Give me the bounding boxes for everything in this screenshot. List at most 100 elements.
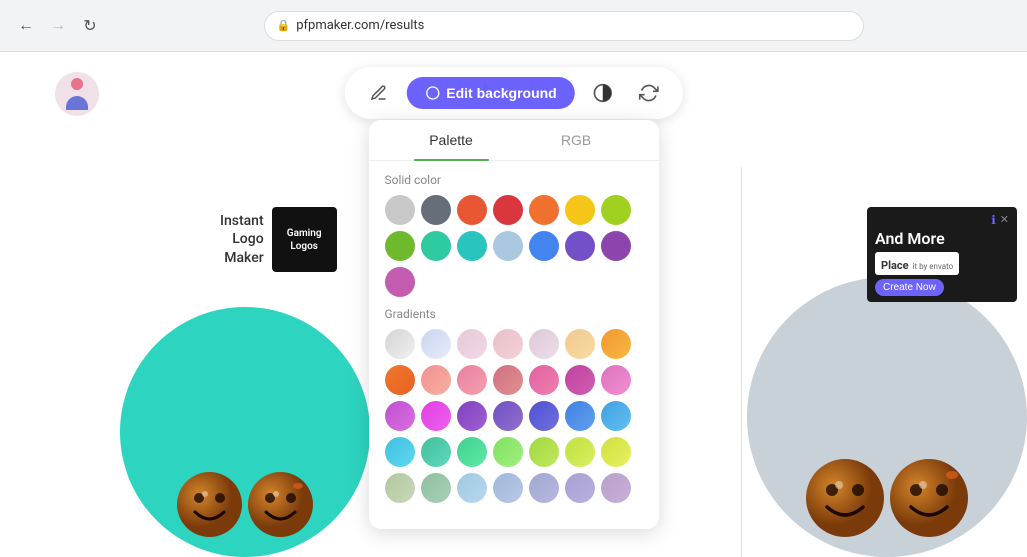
gradient-color-swatch[interactable]: [385, 365, 415, 395]
gradient-color-swatch[interactable]: [421, 437, 451, 467]
right-circle: [747, 277, 1027, 557]
nav-buttons: ← → ↻: [12, 12, 104, 40]
solid-color-swatch[interactable]: [385, 231, 415, 261]
solid-color-section: Solid color: [369, 173, 659, 297]
tab-rgb[interactable]: RGB: [514, 120, 639, 160]
ad-close-button[interactable]: ✕: [1000, 213, 1009, 227]
gradient-color-swatch[interactable]: [529, 473, 559, 503]
solid-color-swatch[interactable]: [385, 267, 415, 297]
smiley-pair-left: [177, 472, 313, 537]
solid-color-grid: [385, 195, 643, 297]
gradient-color-swatch[interactable]: [565, 437, 595, 467]
gradient-color-swatch[interactable]: [457, 437, 487, 467]
gradient-color-swatch[interactable]: [601, 437, 631, 467]
gradient-color-swatch[interactable]: [421, 473, 451, 503]
gradient-color-swatch[interactable]: [457, 473, 487, 503]
gradient-color-swatch[interactable]: [529, 365, 559, 395]
refresh-button[interactable]: [631, 75, 667, 111]
smiley-left-2: [248, 472, 313, 537]
solid-color-swatch[interactable]: [493, 195, 523, 225]
avatar-body: [66, 96, 88, 110]
gradient-color-swatch[interactable]: [601, 401, 631, 431]
solid-color-swatch[interactable]: [601, 195, 631, 225]
gradient-color-swatch[interactable]: [421, 401, 451, 431]
gradient-color-swatch[interactable]: [457, 365, 487, 395]
solid-color-swatch[interactable]: [385, 195, 415, 225]
pencil-button[interactable]: [360, 75, 396, 111]
gradient-color-swatch[interactable]: [385, 473, 415, 503]
avatar: [55, 72, 99, 116]
url-text: pfpmaker.com/results: [296, 18, 424, 33]
gradient-color-swatch[interactable]: [565, 473, 595, 503]
smiley-right-1: [806, 459, 884, 537]
gradient-color-swatch[interactable]: [421, 365, 451, 395]
smiley-pair-right: [806, 459, 968, 537]
instant-logo-text: Instant Logo Maker: [220, 212, 264, 267]
solid-color-swatch[interactable]: [529, 195, 559, 225]
ad-and-more-text: And More: [875, 229, 945, 248]
toolbar: Edit background: [344, 67, 682, 119]
smiley-right-2: [890, 459, 968, 537]
gradient-color-swatch[interactable]: [421, 329, 451, 359]
lock-icon: 🔒: [277, 19, 291, 32]
solid-color-swatch[interactable]: [457, 231, 487, 261]
gradient-color-swatch[interactable]: [457, 401, 487, 431]
gradient-color-swatch[interactable]: [529, 329, 559, 359]
ad-close-bar: ℹ ✕: [875, 213, 1009, 227]
reload-button[interactable]: ↻: [76, 12, 104, 40]
tab-palette[interactable]: Palette: [389, 120, 514, 160]
gradient-color-swatch[interactable]: [385, 401, 415, 431]
smiley-left-1: [177, 472, 242, 537]
gradient-color-swatch[interactable]: [565, 401, 595, 431]
gradients-label: Gradients: [385, 307, 643, 321]
edit-background-button[interactable]: Edit background: [406, 77, 574, 109]
solid-color-swatch[interactable]: [529, 231, 559, 261]
gradient-color-swatch[interactable]: [493, 473, 523, 503]
placeit-logo: Place it by envato: [875, 252, 959, 275]
gradient-color-swatch[interactable]: [493, 401, 523, 431]
gradient-color-swatch[interactable]: [601, 365, 631, 395]
gradient-color-swatch[interactable]: [493, 365, 523, 395]
gradient-color-swatch[interactable]: [529, 437, 559, 467]
gradient-color-swatch[interactable]: [385, 329, 415, 359]
gradient-color-grid: [385, 329, 643, 503]
edit-bg-label: Edit background: [446, 85, 556, 101]
gradient-color-swatch[interactable]: [601, 473, 631, 503]
solid-color-swatch[interactable]: [601, 231, 631, 261]
solid-color-swatch[interactable]: [457, 195, 487, 225]
vertical-divider: [741, 167, 742, 557]
main-content: Edit background Palette RGB Solid color …: [0, 52, 1027, 557]
gradient-color-swatch[interactable]: [493, 437, 523, 467]
brand-text: Place: [881, 259, 909, 272]
left-circle: [120, 307, 370, 557]
avatar-container: [55, 72, 99, 116]
gradient-color-swatch[interactable]: [565, 329, 595, 359]
solid-color-swatch[interactable]: [565, 195, 595, 225]
create-now-button[interactable]: Create Now: [875, 279, 944, 296]
address-bar[interactable]: 🔒 pfpmaker.com/results: [264, 11, 864, 41]
avatar-figure: [61, 78, 93, 110]
gradient-color-swatch[interactable]: [601, 329, 631, 359]
gradient-color-swatch[interactable]: [385, 437, 415, 467]
solid-color-swatch[interactable]: [421, 231, 451, 261]
solid-color-label: Solid color: [385, 173, 643, 187]
forward-button[interactable]: →: [44, 12, 72, 40]
palette-panel: Palette RGB Solid color Gradients: [369, 120, 659, 529]
back-button[interactable]: ←: [12, 12, 40, 40]
right-profile: [747, 277, 1027, 557]
gradient-color-swatch[interactable]: [565, 365, 595, 395]
solid-color-swatch[interactable]: [565, 231, 595, 261]
browser-chrome: ← → ↻ 🔒 pfpmaker.com/results: [0, 0, 1027, 52]
gradient-color-swatch[interactable]: [493, 329, 523, 359]
gradient-color-swatch[interactable]: [457, 329, 487, 359]
solid-color-swatch[interactable]: [421, 195, 451, 225]
panel-tabs: Palette RGB: [369, 120, 659, 161]
gradient-color-swatch[interactable]: [529, 401, 559, 431]
info-icon: ℹ: [991, 213, 996, 227]
left-promo: Instant Logo Maker Gaming Logos: [220, 207, 337, 272]
avatar-head: [71, 78, 83, 90]
solid-color-swatch[interactable]: [493, 231, 523, 261]
gaming-logo-card[interactable]: Gaming Logos: [272, 207, 337, 272]
ad-inner: ℹ ✕ And More Place it by envato Create N…: [867, 207, 1017, 302]
contrast-button[interactable]: [585, 75, 621, 111]
